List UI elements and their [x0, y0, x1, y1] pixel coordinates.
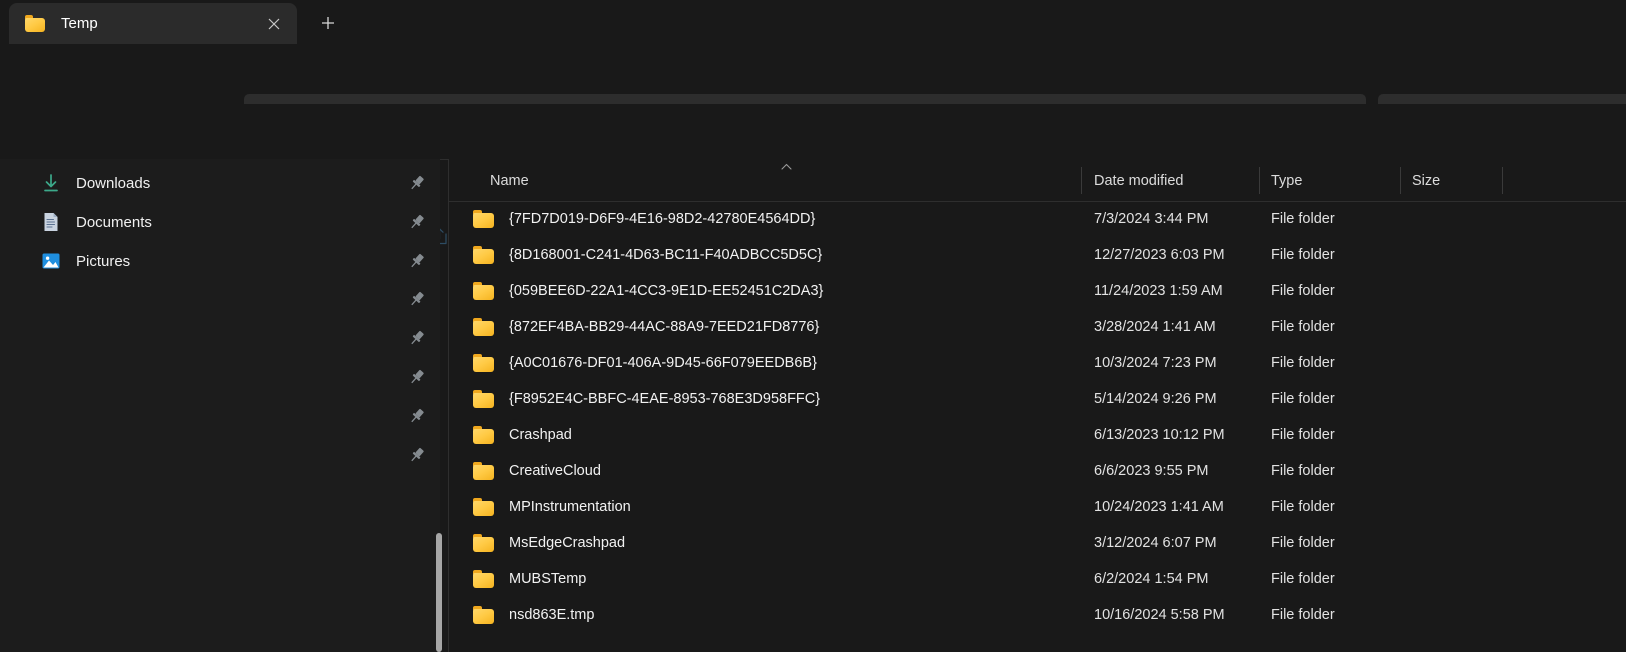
file-type: File folder: [1271, 247, 1335, 263]
file-list-pane: Name Date modified Type Size {7FD7D019-D…: [449, 159, 1626, 652]
sidebar-scrollbar-thumb[interactable]: [436, 533, 442, 652]
file-name: Crashpad: [509, 427, 572, 443]
column-header-date-modified[interactable]: Date modified: [1094, 159, 1183, 202]
file-date-modified: 6/2/2024 1:54 PM: [1094, 571, 1209, 587]
column-headers: Name Date modified Type Size: [449, 159, 1626, 202]
pin-icon[interactable]: [408, 368, 426, 386]
chevron-up-icon: [779, 161, 793, 171]
file-name: MsEdgeCrashpad: [509, 535, 626, 551]
sidebar-item-label: Documents: [76, 213, 152, 231]
tab-temp[interactable]: Temp: [9, 3, 297, 44]
table-row[interactable]: MPInstrumentation 10/24/2023 1:41 AM Fil…: [449, 489, 1626, 525]
file-name: {7FD7D019-D6F9-4E16-98D2-42780E4564DD}: [509, 211, 816, 227]
pin-icon[interactable]: [408, 407, 426, 425]
file-date-modified: 12/27/2023 6:03 PM: [1094, 247, 1225, 263]
column-header-size[interactable]: Size: [1412, 159, 1440, 202]
file-type: File folder: [1271, 211, 1335, 227]
file-type: File folder: [1271, 283, 1335, 299]
sidebar-item-pictures[interactable]: Pictures: [0, 242, 440, 280]
file-date-modified: 10/16/2024 5:58 PM: [1094, 607, 1225, 623]
pictures-icon: [40, 250, 62, 272]
command-bar: New: [0, 104, 1626, 250]
file-name: {F8952E4C-BBFC-4EAE-8953-768E3D958FFC}: [509, 391, 821, 407]
folder-icon: [473, 498, 494, 516]
column-header-type[interactable]: Type: [1271, 159, 1302, 202]
file-type: File folder: [1271, 607, 1335, 623]
file-date-modified: 6/6/2023 9:55 PM: [1094, 463, 1209, 479]
file-name: CreativeCloud: [509, 463, 601, 479]
table-row[interactable]: MsEdgeCrashpad 3/12/2024 6:07 PM File fo…: [449, 525, 1626, 561]
file-type: File folder: [1271, 427, 1335, 443]
navigation-bar: This PC Windows (C:) Windows Temp Search…: [0, 44, 1626, 133]
table-row[interactable]: {872EF4BA-BB29-44AC-88A9-7EED21FD8776} 3…: [449, 309, 1626, 345]
title-bar: Temp: [0, 0, 1626, 44]
file-name: {059BEE6D-22A1-4CC3-9E1D-EE52451C2DA3}: [509, 283, 824, 299]
navigation-pane: Downloads Documents Pictures: [0, 159, 442, 652]
folder-icon: [473, 210, 494, 228]
folder-icon: [473, 426, 494, 444]
pin-icon[interactable]: [408, 213, 426, 231]
folder-icon: [473, 354, 494, 372]
sidebar-item-downloads[interactable]: Downloads: [0, 164, 440, 202]
file-type: File folder: [1271, 463, 1335, 479]
pin-icon[interactable]: [408, 446, 426, 464]
file-date-modified: 7/3/2024 3:44 PM: [1094, 211, 1209, 227]
sidebar-item-label: Downloads: [76, 174, 151, 192]
file-type: File folder: [1271, 355, 1335, 371]
table-row[interactable]: Crashpad 6/13/2023 10:12 PM File folder: [449, 417, 1626, 453]
file-name: {A0C01676-DF01-406A-9D45-66F079EEDB6B}: [509, 355, 817, 371]
file-date-modified: 10/3/2024 7:23 PM: [1094, 355, 1217, 371]
file-date-modified: 3/12/2024 6:07 PM: [1094, 535, 1217, 551]
file-type: File folder: [1271, 319, 1335, 335]
pin-icon[interactable]: [408, 329, 426, 347]
folder-icon: [25, 15, 45, 32]
folder-icon: [473, 606, 494, 624]
file-date-modified: 3/28/2024 1:41 AM: [1094, 319, 1216, 335]
folder-icon: [473, 318, 494, 336]
file-name: nsd863E.tmp: [509, 607, 595, 623]
pin-icon[interactable]: [408, 252, 426, 270]
file-name: MPInstrumentation: [509, 499, 631, 515]
tab-label: Temp: [61, 15, 98, 32]
column-header-name[interactable]: Name: [490, 159, 529, 202]
folder-icon: [473, 462, 494, 480]
file-name: {8D168001-C241-4D63-BC11-F40ADBCC5D5C}: [509, 247, 823, 263]
file-name: {872EF4BA-BB29-44AC-88A9-7EED21FD8776}: [509, 319, 820, 335]
file-name: MUBSTemp: [509, 571, 587, 587]
folder-icon: [473, 570, 494, 588]
table-row[interactable]: {8D168001-C241-4D63-BC11-F40ADBCC5D5C} 1…: [449, 237, 1626, 273]
file-date-modified: 11/24/2023 1:59 AM: [1094, 283, 1223, 299]
folder-icon: [473, 534, 494, 552]
folder-icon: [473, 246, 494, 264]
folder-icon: [473, 282, 494, 300]
folder-icon: [473, 390, 494, 408]
file-date-modified: 5/14/2024 9:26 PM: [1094, 391, 1217, 407]
file-type: File folder: [1271, 571, 1335, 587]
table-row[interactable]: CreativeCloud 6/6/2023 9:55 PM File fold…: [449, 453, 1626, 489]
documents-icon: [40, 211, 62, 233]
file-type: File folder: [1271, 499, 1335, 515]
close-icon[interactable]: [261, 11, 287, 37]
pin-icon[interactable]: [408, 290, 426, 308]
new-tab-button[interactable]: [313, 8, 343, 38]
file-date-modified: 10/24/2023 1:41 AM: [1094, 499, 1224, 515]
sidebar-item-documents[interactable]: Documents: [0, 203, 440, 241]
file-type: File folder: [1271, 391, 1335, 407]
pin-icon[interactable]: [408, 174, 426, 192]
sidebar-item-label: Pictures: [76, 252, 131, 270]
table-row[interactable]: {059BEE6D-22A1-4CC3-9E1D-EE52451C2DA3} 1…: [449, 273, 1626, 309]
table-row[interactable]: nsd863E.tmp 10/16/2024 5:58 PM File fold…: [449, 597, 1626, 633]
file-type: File folder: [1271, 535, 1335, 551]
content-area: Downloads Documents Pictures Name Date m…: [0, 159, 1626, 652]
table-row[interactable]: {A0C01676-DF01-406A-9D45-66F079EEDB6B} 1…: [449, 345, 1626, 381]
table-row[interactable]: MUBSTemp 6/2/2024 1:54 PM File folder: [449, 561, 1626, 597]
downloads-icon: [40, 172, 62, 194]
file-date-modified: 6/13/2023 10:12 PM: [1094, 427, 1225, 443]
table-row[interactable]: {7FD7D019-D6F9-4E16-98D2-42780E4564DD} 7…: [449, 201, 1626, 237]
table-row[interactable]: {F8952E4C-BBFC-4EAE-8953-768E3D958FFC} 5…: [449, 381, 1626, 417]
